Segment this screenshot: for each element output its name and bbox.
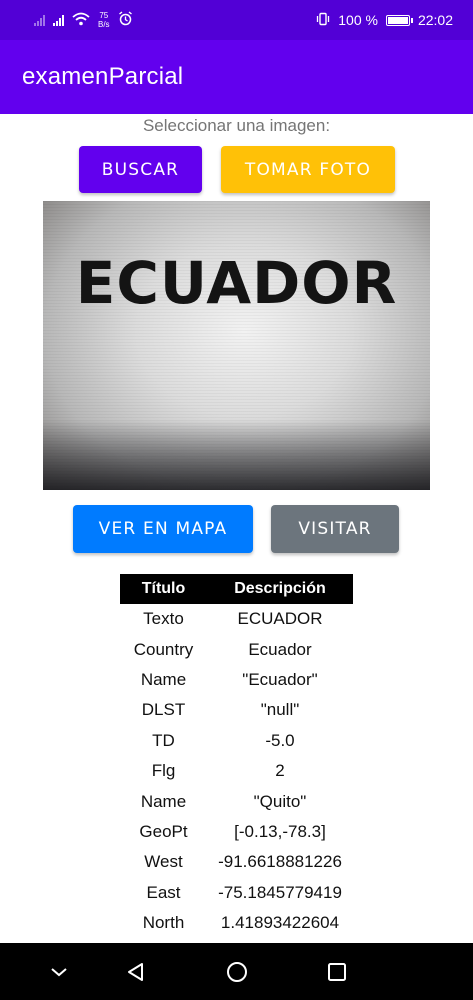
row-value: "Ecuador" [242,669,318,689]
table-row: East -75.1845779419 [120,878,353,908]
home-circle-icon[interactable] [207,943,267,1000]
table-header-descripcion: Descripción [234,580,326,597]
table-header-titulo: Título [141,580,186,597]
net-speed-unit: B/s [98,20,110,29]
row-value: Ecuador [248,639,312,659]
table-row: DLST "null" [120,695,353,725]
row-key: Country [133,639,194,659]
clock: 22:02 [417,12,453,28]
selected-photo: ECUADOR [43,201,430,490]
navigation-bar [0,943,473,1000]
row-key: West [144,852,183,872]
row-value: 1.41893422604 [220,913,340,933]
table-row: Texto ECUADOR [120,604,353,634]
select-image-label: Seleccionar una imagen: [142,116,331,135]
buscar-button[interactable]: BUSCAR [79,146,202,193]
tomar-foto-button[interactable]: TOMAR FOTO [221,146,395,193]
row-key: GeoPt [139,821,188,841]
table-row: Name "Quito" [120,786,353,816]
back-triangle-icon[interactable] [106,943,166,1000]
row-key: Texto [143,609,184,629]
vibrate-icon [316,12,330,29]
battery-fill [387,16,408,24]
table-row: Name "Ecuador" [120,665,353,695]
row-value: 2 [275,761,285,781]
app-title: examenParcial [22,63,184,90]
wifi-icon [72,12,90,29]
alarm-icon [118,11,133,29]
row-key: Name [140,791,187,811]
row-value: "Quito" [253,791,307,811]
table-row: Flg 2 [120,756,353,786]
net-speed-value: 75 [99,11,109,20]
recents-square-icon[interactable] [307,943,367,1000]
status-left-group: 75 B/s [34,11,133,29]
row-key: East [146,882,181,902]
table-row: GeoPt [-0.13,-78.3] [120,817,353,847]
row-value: ECUADOR [237,609,323,629]
row-value: [-0.13,-78.3] [234,821,326,841]
row-value: -5.0 [265,730,295,750]
row-key: North [142,913,185,933]
table-row: Country Ecuador [120,634,353,664]
table-header: Título Descripción [120,574,353,604]
row-value: -91.6618881226 [218,852,342,872]
row-value: -75.1845779419 [218,882,342,902]
chevron-down-icon[interactable] [29,943,89,1000]
visitar-button[interactable]: VISITAR [271,505,399,553]
row-key: Name [140,669,187,689]
net-speed: 75 B/s [98,11,110,29]
table-row: TD -5.0 [120,726,353,756]
ver-en-mapa-button[interactable]: VER EN MAPA [73,505,253,553]
photo-text: ECUADOR [75,249,398,317]
info-table: Título Descripción Texto ECUADOR Country… [120,574,353,938]
row-key: TD [152,730,175,750]
battery-icon [385,14,413,26]
signal-bars-icon [53,14,64,26]
row-key: Flg [151,761,176,781]
row-key: DLST [141,700,186,720]
app-bar: examenParcial [0,40,473,114]
table-row: North 1.41893422604 [120,908,353,938]
status-right-group: 100 % 22:02 [316,12,453,29]
signal-bars-icon [34,14,45,26]
status-bar: 75 B/s 100 % 22:02 [0,0,473,40]
row-value: "null" [260,700,300,720]
battery-percent: 100 % [338,12,378,28]
table-row: West -91.6618881226 [120,847,353,877]
